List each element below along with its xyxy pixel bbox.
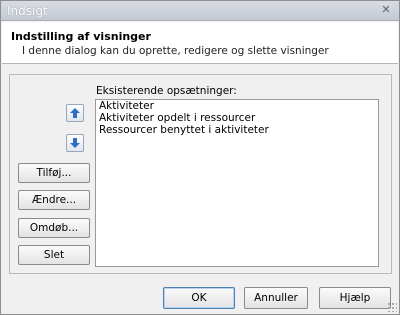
change-button[interactable]: Ændre... [18,190,90,210]
header-panel: Indstilling af visninger I denne dialog … [2,22,398,64]
header-title: Indstilling af visninger [11,30,151,43]
add-button[interactable]: Tilføj... [18,163,90,183]
list-item[interactable]: Aktiviteter opdelt i ressourcer [96,112,378,124]
arrow-down-icon [70,138,80,148]
delete-button[interactable]: Slet [18,245,90,265]
close-icon[interactable]: ✕ [379,3,393,17]
dialog-window: Indsigt ✕ Indstilling af visninger I den… [0,0,400,315]
setups-listbox[interactable]: Aktiviteter Aktiviteter opdelt i ressour… [95,99,379,267]
header-subtitle: I denne dialog kan du oprette, redigere … [22,45,329,57]
list-item[interactable]: Aktiviteter [96,100,378,112]
move-up-button[interactable] [66,104,84,122]
rename-button[interactable]: Omdøb... [18,218,90,238]
ok-button[interactable]: OK [163,287,235,309]
existing-setups-label: Eksisterende opsætninger: [96,85,237,97]
title-bar[interactable]: Indsigt ✕ [1,1,399,21]
window-title: Indsigt [7,4,48,18]
help-button[interactable]: Hjælp [319,287,391,309]
cancel-button[interactable]: Annuller [244,287,308,309]
arrow-up-icon [70,108,80,118]
list-item[interactable]: Ressourcer benyttet i aktiviteter [96,124,378,136]
resize-grip[interactable] [387,302,397,312]
move-down-button[interactable] [66,134,84,152]
